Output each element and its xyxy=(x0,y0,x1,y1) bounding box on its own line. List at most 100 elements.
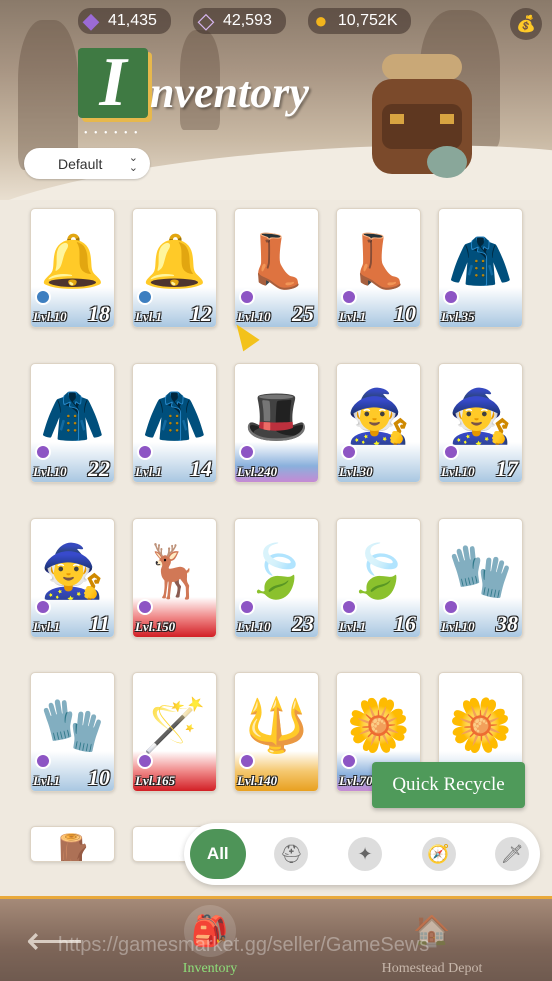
item-quantity: 22 xyxy=(88,456,110,481)
item-type-badge-icon xyxy=(239,753,255,769)
inventory-item-leather-glove[interactable]: 🧤 Lvl.1 10 xyxy=(30,672,115,792)
item-quantity: 18 xyxy=(88,301,110,326)
tab-homestead-depot-label: Homestead Depot xyxy=(381,961,483,976)
helmet-icon: ⛑ xyxy=(274,837,309,871)
filter-compass[interactable]: 🧭 xyxy=(411,829,467,879)
inventory-item-witch-hat[interactable]: 🧙 Lvl.30 xyxy=(336,363,421,483)
item-type-badge-icon xyxy=(443,289,459,305)
inventory-item-leaf-charm[interactable]: 🍃 Lvl.1 16 xyxy=(336,518,421,638)
crystal-staff-icon: 🔱 xyxy=(244,698,309,756)
item-type-badge-icon xyxy=(239,289,255,305)
filter-weapon[interactable]: 🗡 xyxy=(484,829,540,879)
item-level: Lvl.1 xyxy=(33,773,61,788)
item-type-badge-icon xyxy=(239,599,255,615)
item-type-badge-icon xyxy=(341,753,357,769)
item-quantity: 17 xyxy=(496,456,518,481)
filter-all[interactable]: All xyxy=(190,829,246,879)
filter-helmet[interactable]: ⛑ xyxy=(264,829,320,879)
page-title: I nventory xyxy=(78,48,309,118)
inventory-item-traveler-coat[interactable]: 🧥 Lvl.10 22 xyxy=(30,363,115,483)
inventory-item-traveler-coat[interactable]: 🧥 Lvl.35 xyxy=(438,208,523,328)
flower-branch-icon: 🌼 xyxy=(346,698,411,756)
purple-crystal-icon: ◆ xyxy=(82,8,100,33)
inventory-item-crystal-staff[interactable]: 🔱 Lvl.140 xyxy=(234,672,319,792)
item-level: Lvl.10 xyxy=(441,464,475,479)
inventory-item-leather-boots[interactable]: 👢 Lvl.1 10 xyxy=(336,208,421,328)
compass-icon: 🧭 xyxy=(421,837,456,871)
title-dots: • • • • • • xyxy=(84,128,140,139)
inventory-item-leather-glove[interactable]: 🧤 Lvl.10 38 xyxy=(438,518,523,638)
inventory-item-leather-boots[interactable]: 👢 Lvl.10 25 xyxy=(234,208,319,328)
leaf-charm-icon: 🍃 xyxy=(346,544,411,602)
inventory-item-grape-hat[interactable]: 🎩 Lvl.240 xyxy=(234,363,319,483)
item-type-badge-icon xyxy=(35,444,51,460)
item-type-badge-icon xyxy=(341,289,357,305)
diamond-icon: ◇ xyxy=(197,8,215,33)
currency-diamond-value: 42,593 xyxy=(222,12,272,29)
item-level: Lvl.30 xyxy=(339,464,373,479)
item-level: Lvl.1 xyxy=(339,309,367,324)
sort-dropdown[interactable]: Default ⌄ ⌄ xyxy=(24,148,150,179)
inventory-item-traveler-coat[interactable]: 🧥 Lvl.1 14 xyxy=(132,363,217,483)
item-level: Lvl.10 xyxy=(237,619,271,634)
witch-hat-icon: 🧙 xyxy=(448,389,513,447)
witch-hat-icon: 🧙 xyxy=(40,544,105,602)
item-quantity: 14 xyxy=(190,456,212,481)
quick-recycle-button[interactable]: Quick Recycle xyxy=(372,762,525,808)
inventory-item-feather-staff[interactable]: 🪄 Lvl.165 xyxy=(132,672,217,792)
flower-branch-icon: 🌼 xyxy=(448,698,513,756)
category-filter-bar: All ⛑ ✦ 🧭 🗡 xyxy=(184,823,540,885)
backpack-illustration xyxy=(372,54,472,178)
golden-bell-icon: 🔔 xyxy=(142,234,207,292)
inventory-item-witch-hat[interactable]: 🧙 Lvl.10 17 xyxy=(438,363,523,483)
traveler-coat-icon: 🧥 xyxy=(142,389,207,447)
item-level: Lvl.70 xyxy=(339,773,373,788)
item-quantity: 16 xyxy=(394,611,416,636)
item-quantity: 11 xyxy=(89,611,110,636)
grape-hat-icon: 🎩 xyxy=(244,389,309,447)
item-level: Lvl.1 xyxy=(135,464,163,479)
gold-coin-icon: ● xyxy=(314,8,328,33)
item-type-badge-icon xyxy=(35,289,51,305)
item-level: Lvl.1 xyxy=(339,619,367,634)
filter-accessory[interactable]: ✦ xyxy=(337,829,393,879)
partial-item-icon: 🪵 xyxy=(53,833,92,862)
currency-diamond: ◇ 42,593 xyxy=(192,8,286,34)
item-type-badge-icon xyxy=(341,444,357,460)
item-level: Lvl.165 xyxy=(135,773,176,788)
item-quantity: 23 xyxy=(292,611,314,636)
currency-gold: ● 10,752K xyxy=(307,8,412,34)
witch-hat-icon: 🧙 xyxy=(346,389,411,447)
item-level: Lvl.10 xyxy=(33,309,67,324)
inventory-item-partial-item[interactable]: 🪵 xyxy=(30,826,115,862)
item-quantity: 25 xyxy=(292,301,314,326)
inventory-item-golden-bell[interactable]: 🔔 Lvl.10 18 xyxy=(30,208,115,328)
tab-inventory-label: Inventory xyxy=(182,961,238,976)
leather-boots-icon: 👢 xyxy=(244,234,309,292)
item-quantity: 38 xyxy=(496,611,518,636)
inventory-item-leaf-charm[interactable]: 🍃 Lvl.10 23 xyxy=(234,518,319,638)
currency-gold-value: 10,752K xyxy=(337,12,398,29)
antler-crown-icon: 🦌 xyxy=(142,544,207,602)
money-bag-icon: 💰 xyxy=(516,16,536,33)
golden-bell-icon: 🔔 xyxy=(40,234,105,292)
currency-crystal-value: 41,435 xyxy=(108,12,157,29)
item-quantity: 10 xyxy=(394,301,416,326)
item-type-badge-icon xyxy=(137,289,153,305)
leather-glove-icon: 🧤 xyxy=(448,544,513,602)
item-type-badge-icon xyxy=(443,599,459,615)
inventory-item-golden-bell[interactable]: 🔔 Lvl.1 12 xyxy=(132,208,217,328)
sword-shield-icon: 🗡 xyxy=(495,837,530,871)
leather-boots-icon: 👢 xyxy=(346,234,411,292)
double-chevron-icon: ⌄ ⌄ xyxy=(128,152,138,174)
inventory-item-witch-hat[interactable]: 🧙 Lvl.1 11 xyxy=(30,518,115,638)
leaf-charm-icon: 🍃 xyxy=(244,544,309,602)
money-bag-button[interactable]: 💰 xyxy=(510,8,542,40)
title-text: nventory xyxy=(150,68,309,117)
item-type-badge-icon xyxy=(35,753,51,769)
item-level: Lvl.150 xyxy=(135,619,176,634)
item-level: Lvl.10 xyxy=(33,464,67,479)
inventory-item-antler-crown[interactable]: 🦌 Lvl.150 xyxy=(132,518,217,638)
watermark-text: https://gamesmarket.gg/seller/GameSews xyxy=(58,934,430,956)
compass-star-icon: ✦ xyxy=(347,837,382,871)
